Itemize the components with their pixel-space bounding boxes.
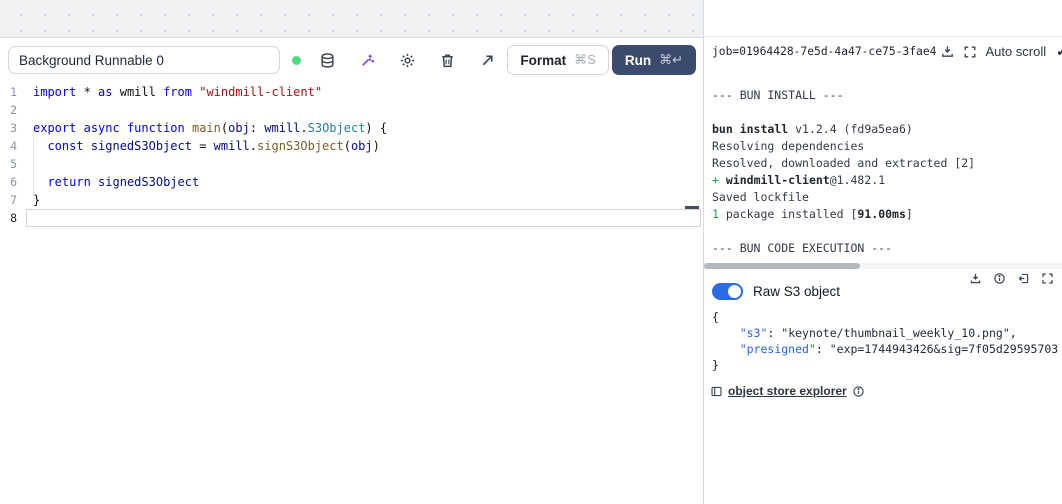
- log-line: [712, 104, 1062, 121]
- download-icon[interactable]: [969, 272, 982, 285]
- code-line[interactable]: const signedS3Object = wmill.signS3Objec…: [26, 137, 701, 155]
- raw-s3-toggle-label: Raw S3 object: [753, 284, 840, 299]
- log-line: 1 package installed [91.00ms]: [712, 206, 1062, 223]
- job-header-row: job=01964428-7e5d-4a47-ce75-3fae4 Auto s…: [704, 37, 1062, 64]
- job-id: job=01964428-7e5d-4a47-ce75-3fae4: [712, 45, 936, 58]
- line-number: 1: [0, 83, 26, 101]
- run-button-label: Run: [625, 53, 651, 68]
- code-line[interactable]: return signedS3Object: [26, 173, 701, 191]
- line-number: 2: [0, 101, 26, 119]
- json-line: "presigned": "exp=1744943426&sig=7f05d29…: [712, 341, 1062, 357]
- auto-scroll-label: Auto scroll: [985, 44, 1046, 59]
- json-line: {: [712, 309, 1062, 325]
- log-line: Saved lockfile: [712, 189, 1062, 206]
- trash-icon[interactable]: [435, 48, 459, 72]
- log-line: [712, 70, 1062, 87]
- line-number: 7: [0, 191, 26, 209]
- runnable-name-input[interactable]: [8, 46, 280, 74]
- editor-toolbar: Format ⌘S Run ⌘↵: [0, 38, 704, 80]
- info-icon[interactable]: [852, 385, 865, 398]
- code-editor[interactable]: 12345678 import * as wmill from "windmil…: [0, 83, 704, 227]
- auto-scroll-check-icon[interactable]: ✓: [1056, 43, 1062, 60]
- run-output-panel: job=01964428-7e5d-4a47-ce75-3fae4 Auto s…: [703, 0, 1062, 504]
- log-line: Resolved, downloaded and extracted [2]: [712, 155, 1062, 172]
- format-button-label: Format: [520, 53, 566, 68]
- code-line[interactable]: [26, 155, 701, 173]
- json-line: }: [712, 357, 1062, 373]
- code-gutter: 12345678: [0, 83, 26, 227]
- json-lines: { "s3": "keynote/thumbnail_weekly_10.png…: [704, 309, 1062, 373]
- run-button[interactable]: Run ⌘↵: [612, 45, 696, 75]
- saved-status-dot: [292, 56, 301, 65]
- log-line: + windmill-client@1.482.1: [712, 172, 1062, 189]
- overview-ruler-cursor-mark: [685, 206, 699, 209]
- log-line: Resolving dependencies: [712, 138, 1062, 155]
- fullscreen-icon[interactable]: [963, 45, 977, 59]
- log-line: bun install v1.2.4 (fd9a5ea6): [712, 121, 1062, 138]
- panel-top-spacer: [704, 0, 1062, 37]
- line-number: 6: [0, 173, 26, 191]
- app-canvas-grid: [0, 0, 704, 37]
- object-store-explorer-row: object store explorer: [704, 373, 1062, 398]
- format-button[interactable]: Format ⌘S: [507, 45, 608, 75]
- database-icon[interactable]: [315, 48, 339, 72]
- object-store-explorer-link[interactable]: object store explorer: [728, 384, 847, 398]
- log-line: [712, 223, 1062, 240]
- runnable-editor-card: Format ⌘S Run ⌘↵ 12345678 import * as wm…: [0, 37, 704, 504]
- raw-s3-toggle[interactable]: [712, 283, 743, 300]
- panel-icon: [710, 385, 723, 398]
- code-line[interactable]: [26, 209, 701, 227]
- settings-gear-icon[interactable]: [395, 48, 419, 72]
- code-line[interactable]: [26, 101, 701, 119]
- code-line[interactable]: }: [26, 191, 701, 209]
- ai-wand-icon[interactable]: [355, 48, 379, 72]
- code-lines[interactable]: import * as wmill from "windmill-client"…: [26, 83, 701, 227]
- format-shortcut: ⌘S: [574, 52, 596, 68]
- line-number: 3: [0, 119, 26, 137]
- log-lines[interactable]: --- BUN INSTALL --- bun install v1.2.4 (f…: [704, 64, 1062, 257]
- expand-icon[interactable]: [475, 48, 499, 72]
- line-number: 4: [0, 137, 26, 155]
- fullscreen-icon[interactable]: [1041, 272, 1054, 285]
- code-line[interactable]: export async function main(obj: wmill.S3…: [26, 119, 701, 137]
- indent-guide: [33, 137, 34, 203]
- open-in-panel-icon[interactable]: [1017, 272, 1030, 285]
- toggle-knob: [728, 285, 741, 298]
- result-section: Raw S3 object { "s3": "keynote/thumbnail…: [704, 269, 1062, 398]
- log-line: --- BUN CODE EXECUTION ---: [712, 240, 1062, 257]
- result-toolbar: [969, 272, 1054, 285]
- download-icon[interactable]: [940, 44, 955, 59]
- log-line: --- BUN INSTALL ---: [712, 87, 1062, 104]
- line-number: 8: [0, 209, 26, 227]
- json-line: "s3": "keynote/thumbnail_weekly_10.png",: [712, 325, 1062, 341]
- info-icon[interactable]: [993, 272, 1006, 285]
- windmill-app-editor: { "colors": { "run_button": "#3c4a6e", "…: [0, 0, 1062, 504]
- code-line[interactable]: import * as wmill from "windmill-client": [26, 83, 701, 101]
- line-number: 5: [0, 155, 26, 173]
- run-shortcut: ⌘↵: [659, 52, 683, 68]
